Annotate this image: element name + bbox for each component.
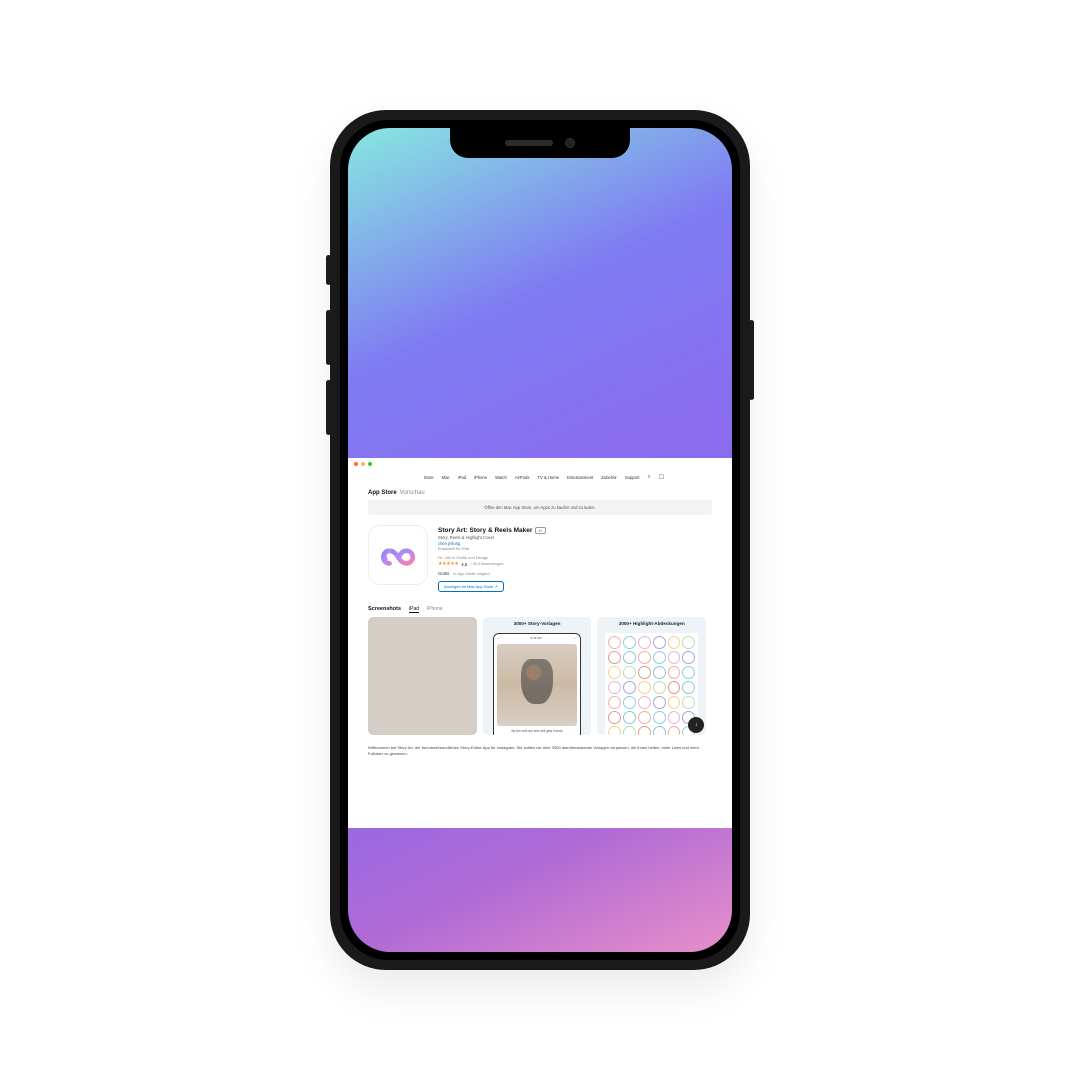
tab-iphone[interactable]: iPhone xyxy=(427,606,443,612)
app-meta: Story Art: Story & Reels Maker 4+ Story,… xyxy=(438,525,712,592)
page-title-suffix: Vorschau xyxy=(400,490,425,496)
browser-window: Store Mac iPad iPhone Watch AirPods TV &… xyxy=(348,458,732,828)
phone-volume-up xyxy=(326,310,331,365)
stars-icon: ★★★★★ xyxy=(438,561,458,567)
window-zoom-icon[interactable] xyxy=(368,462,372,466)
app-rating: ★★★★★ 4,5 • 45,4 Bewertungen xyxy=(438,561,712,567)
app-logo-icon xyxy=(377,534,419,576)
screenshot-3[interactable]: 3000+ Highlight-Abdeckungen xyxy=(597,617,706,735)
screenshots-title: Screenshots xyxy=(368,606,401,612)
app-designed-for: Entwickelt für iPad xyxy=(438,547,712,551)
window-minimize-icon[interactable] xyxy=(361,462,365,466)
phone-notch xyxy=(450,128,630,158)
nav-item[interactable]: AirPods xyxy=(515,475,530,480)
age-rating-badge: 4+ xyxy=(535,527,545,534)
window-titlebar xyxy=(348,458,732,470)
highlight-grid xyxy=(605,633,698,735)
phone-volume-down xyxy=(326,380,331,435)
screenshot-1[interactable] xyxy=(368,617,477,735)
nav-item[interactable]: iPad xyxy=(458,475,466,480)
phone-mute-switch xyxy=(326,255,331,285)
search-icon[interactable]: ⌕ xyxy=(648,474,651,481)
iap-note: In-App-Käufe möglich xyxy=(453,572,490,576)
nav-item[interactable]: Watch xyxy=(495,475,507,480)
tab-ipad[interactable]: iPad xyxy=(409,606,419,612)
global-nav: Store Mac iPad iPhone Watch AirPods TV &… xyxy=(348,470,732,484)
rating-count: • 45,4 Bewertungen xyxy=(470,562,503,566)
nav-item[interactable]: Support xyxy=(625,475,640,480)
phone-screen: Store Mac iPad iPhone Watch AirPods TV &… xyxy=(348,128,732,952)
screenshots-row[interactable]: 3000+ Story-Vorlagen ‹ 9:41 AM ⋯ Be the … xyxy=(368,617,712,735)
screenshot-2-title: 3000+ Story-Vorlagen xyxy=(483,621,592,626)
download-fab-icon[interactable]: ↓ xyxy=(688,717,704,733)
bag-icon[interactable]: ☐ xyxy=(659,474,664,481)
phone-camera xyxy=(565,138,575,148)
rating-value: 4,5 xyxy=(461,562,467,567)
screenshot-3-title: 3000+ Highlight-Abdeckungen xyxy=(597,621,706,626)
app-icon xyxy=(368,525,428,585)
nav-item[interactable]: iPhone xyxy=(474,475,487,480)
app-description: Willkommen bei Story Art, der benutzerfr… xyxy=(368,745,712,757)
back-icon: ‹ xyxy=(498,636,499,640)
screenshot-2-device: ‹ 9:41 AM ⋯ Be the soft one who still ge… xyxy=(493,633,582,735)
app-price: Gratis xyxy=(438,571,449,576)
page-title-main: App Store xyxy=(368,490,397,496)
phone-speaker xyxy=(505,140,553,146)
app-subtitle: Story, Reels & Highlight Cover xyxy=(438,535,712,540)
view-in-app-store-button[interactable]: Anzeigen im Mac App Store ↗ xyxy=(438,581,504,592)
phone-power-button xyxy=(749,320,754,400)
status-time: 9:41 AM xyxy=(531,636,542,640)
page-heading: App Store Vorschau xyxy=(368,484,712,500)
open-app-store-banner[interactable]: Öffne den Mac App Store, um Apps zu kauf… xyxy=(368,500,712,515)
app-name: Story Art: Story & Reels Maker xyxy=(438,527,532,534)
screenshot-2-photo xyxy=(497,644,578,726)
phone-frame: Store Mac iPad iPhone Watch AirPods TV &… xyxy=(330,110,750,970)
nav-item[interactable]: Entertainment xyxy=(567,475,593,480)
nav-item[interactable]: Store xyxy=(424,475,434,480)
nav-item[interactable]: TV & Home xyxy=(537,475,559,480)
app-rank: Nr. 184 in Grafik und Design xyxy=(438,555,712,560)
nav-item[interactable]: Mac xyxy=(442,475,450,480)
screenshots-section: Screenshots iPad iPhone 3000+ Story-Vorl… xyxy=(368,606,712,735)
nav-item[interactable]: Zubehör xyxy=(601,475,617,480)
screenshot-2[interactable]: 3000+ Story-Vorlagen ‹ 9:41 AM ⋯ Be the … xyxy=(483,617,592,735)
more-icon: ⋯ xyxy=(573,636,576,640)
phone-bezel: Store Mac iPad iPhone Watch AirPods TV &… xyxy=(340,120,740,960)
window-close-icon[interactable] xyxy=(354,462,358,466)
app-developer-link[interactable]: chen jinlong xyxy=(438,541,712,546)
app-header: Story Art: Story & Reels Maker 4+ Story,… xyxy=(368,525,712,592)
page-content: App Store Vorschau Öffne den Mac App Sto… xyxy=(348,484,732,767)
